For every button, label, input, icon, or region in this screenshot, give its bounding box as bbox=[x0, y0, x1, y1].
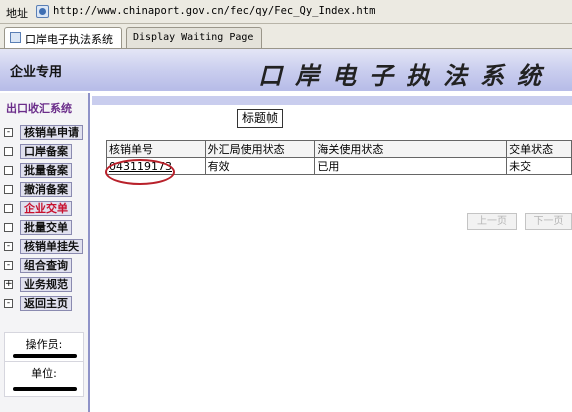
sidebar-item-label: 批量交单 bbox=[20, 220, 72, 235]
sidebar-title: 出口收汇系统 bbox=[6, 102, 72, 115]
page-header: 企业专用 口岸电子执法系统 bbox=[0, 49, 572, 91]
sidebar-item-verification-apply[interactable]: - 核销单申请 bbox=[0, 125, 88, 142]
operator-panel: 操作员: bbox=[4, 332, 84, 362]
unit-label: 单位: bbox=[31, 367, 57, 380]
tree-node-icon bbox=[4, 204, 13, 213]
sidebar-item-label: 组合查询 bbox=[20, 258, 72, 273]
tree-node-icon bbox=[4, 147, 13, 156]
table-row: 043119173 有效 已用 未交 bbox=[106, 157, 572, 175]
prev-page-button[interactable]: 上一页 bbox=[467, 213, 517, 230]
sidebar-item-label: 业务规范 bbox=[20, 277, 72, 292]
table-cell: 已用 bbox=[314, 157, 508, 175]
redacted-mark bbox=[13, 354, 77, 358]
main-content: 标题帧 核销单号 外汇局使用状态 海关使用状态 交单状态 043119173 有… bbox=[92, 93, 572, 412]
sidebar-item-business-rules[interactable]: + 业务规范 bbox=[0, 277, 88, 294]
table-cell: 有效 bbox=[204, 157, 316, 175]
tab-display-waiting-page[interactable]: Display Waiting Page bbox=[126, 27, 262, 48]
column-header: 交单状态 bbox=[506, 140, 572, 158]
sidebar-item-enterprise-submit[interactable]: 企业交单 bbox=[0, 201, 88, 218]
tree-toggle-icon[interactable]: - bbox=[4, 261, 13, 270]
next-page-button[interactable]: 下一页 bbox=[525, 213, 572, 230]
sidebar-item-port-filing[interactable]: 口岸备案 bbox=[0, 144, 88, 161]
operator-label: 操作员: bbox=[25, 338, 63, 351]
tree-node-icon bbox=[4, 166, 13, 175]
address-label: 地址 bbox=[6, 7, 28, 20]
annotation-circle bbox=[105, 159, 175, 185]
tab-label: Display Waiting Page bbox=[133, 32, 254, 43]
sidebar-item-cancel-filing[interactable]: 撤消备案 bbox=[0, 182, 88, 199]
column-header: 外汇局使用状态 bbox=[204, 140, 316, 158]
sidebar: 出口收汇系统 - 核销单申请 口岸备案 批量备案 撤消备案 企业交单 批量交单 … bbox=[0, 93, 90, 412]
table-cell: 未交 bbox=[506, 157, 572, 175]
tree-node-icon bbox=[4, 223, 13, 232]
sidebar-item-label: 口岸备案 bbox=[20, 144, 72, 159]
table-header-row: 核销单号 外汇局使用状态 海关使用状态 交单状态 bbox=[106, 140, 572, 158]
verification-table: 核销单号 外汇局使用状态 海关使用状态 交单状态 043119173 有效 已用… bbox=[106, 140, 572, 175]
sidebar-item-report-loss[interactable]: - 核销单挂失 bbox=[0, 239, 88, 256]
column-header: 核销单号 bbox=[106, 140, 206, 158]
system-title: 口岸电子执法系统 bbox=[258, 61, 554, 90]
sidebar-item-batch-submit[interactable]: 批量交单 bbox=[0, 220, 88, 237]
address-bar: 地址 http://www.chinaport.gov.cn/fec/qy/Fe… bbox=[0, 0, 572, 24]
tab-bar: 口岸电子执法系统 Display Waiting Page bbox=[0, 24, 572, 49]
sidebar-item-label: 批量备案 bbox=[20, 163, 72, 178]
tree-node-icon bbox=[4, 185, 13, 194]
page-icon bbox=[36, 5, 49, 18]
tab-enforcement-system[interactable]: 口岸电子执法系统 bbox=[4, 27, 122, 48]
sidebar-item-label: 企业交单 bbox=[20, 201, 72, 216]
tree-toggle-icon[interactable]: - bbox=[4, 242, 13, 251]
redacted-mark bbox=[13, 387, 77, 391]
sidebar-item-label: 撤消备案 bbox=[20, 182, 72, 197]
unit-panel: 单位: bbox=[4, 361, 84, 397]
enterprise-label: 企业专用 bbox=[10, 65, 63, 80]
sidebar-item-label: 核销单挂失 bbox=[20, 239, 83, 254]
tree-toggle-icon[interactable]: + bbox=[4, 280, 13, 289]
sidebar-item-label: 核销单申请 bbox=[20, 125, 83, 140]
content-top-band bbox=[92, 96, 572, 105]
column-header: 海关使用状态 bbox=[314, 140, 508, 158]
sidebar-item-combined-query[interactable]: - 组合查询 bbox=[0, 258, 88, 275]
tab-label: 口岸电子执法系统 bbox=[25, 33, 113, 46]
page-icon bbox=[10, 32, 21, 43]
sidebar-item-return-home[interactable]: - 返回主页 bbox=[0, 296, 88, 313]
tree-toggle-icon[interactable]: - bbox=[4, 128, 13, 137]
sidebar-item-label: 返回主页 bbox=[20, 296, 72, 311]
sidebar-item-batch-filing[interactable]: 批量备案 bbox=[0, 163, 88, 180]
tree-toggle-icon[interactable]: - bbox=[4, 299, 13, 308]
address-url[interactable]: http://www.chinaport.gov.cn/fec/qy/Fec_Q… bbox=[53, 5, 375, 17]
frame-title: 标题帧 bbox=[237, 109, 284, 128]
